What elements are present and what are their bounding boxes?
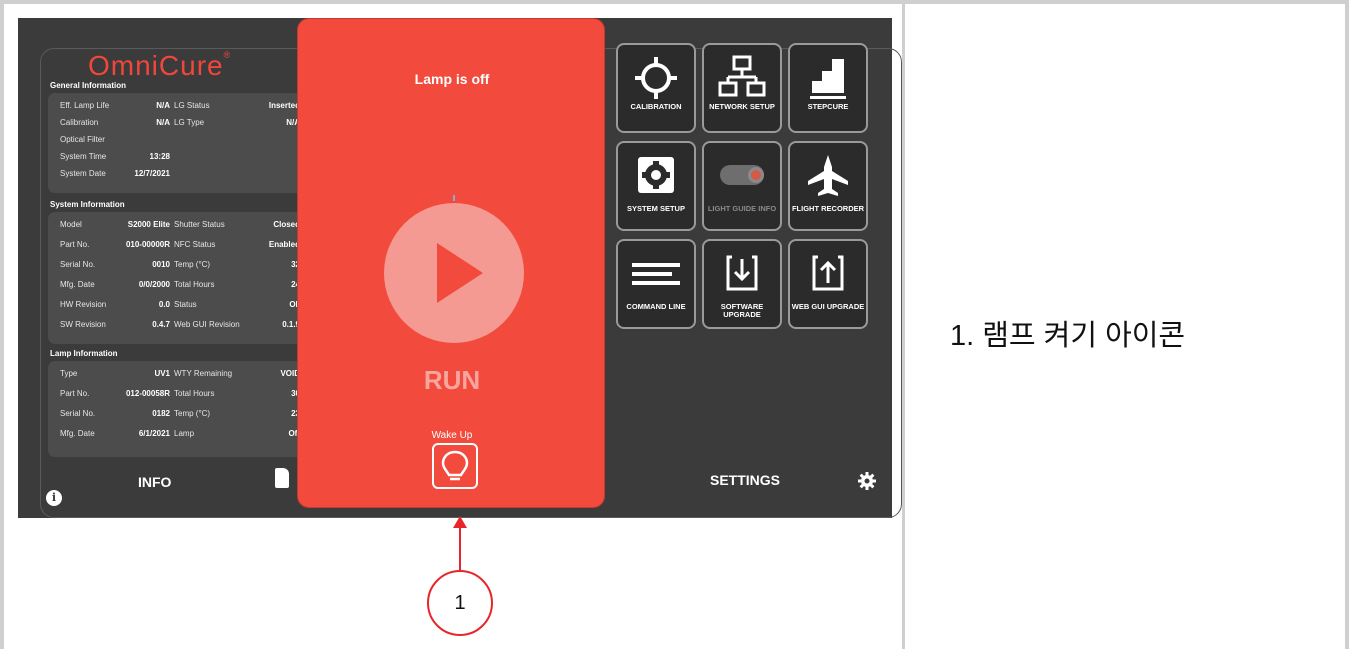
info-label: SW Revision <box>60 320 106 329</box>
command-line-icon <box>632 263 680 285</box>
info-label: Part No. <box>60 389 90 398</box>
upload-icon <box>812 255 844 291</box>
info-label-2: Temp (°C) <box>174 260 211 269</box>
command-line-tile[interactable]: COMMAND LINE <box>616 239 696 329</box>
info-value: N/A <box>156 118 170 127</box>
info-label: Type <box>60 369 78 378</box>
download-icon <box>726 255 758 291</box>
airplane-icon <box>808 155 848 196</box>
omnicure-logo: OmniCure® <box>88 50 232 81</box>
system-info-box: Model S2000 Elite Shutter Status Closed Part… <box>48 212 308 344</box>
info-value: 13:28 <box>149 152 170 161</box>
system-info-title: System Information <box>50 200 125 209</box>
info-label-2: LG Type <box>174 118 205 127</box>
lightbulb-icon <box>441 450 469 481</box>
web-gui-upgrade-label: WEB GUI UPGRADE <box>791 302 865 311</box>
play-icon <box>437 243 483 303</box>
info-label-2: Total Hours <box>174 280 215 289</box>
info-value: 012-00058R <box>125 389 170 398</box>
system-setup-label: SYSTEM SETUP <box>627 204 685 213</box>
run-panel: Lamp is off RUN Wake Up <box>297 18 605 508</box>
network-setup-tile[interactable]: NETWORK SETUP <box>702 43 782 133</box>
info-label-2: Lamp <box>174 429 195 438</box>
light-guide-info-label: LIGHT GUIDE INFO <box>707 204 777 213</box>
wake-up-button[interactable] <box>432 443 478 489</box>
info-label: HW Revision <box>60 300 107 309</box>
lamp-status-text: Lamp is off <box>414 71 490 87</box>
info-value: 010-00000R <box>125 240 170 249</box>
network-setup-label: NETWORK SETUP <box>709 102 775 111</box>
progress-tick <box>453 195 455 201</box>
software-upgrade-label: SOFTWARE UPGRADE <box>720 302 764 319</box>
calibration-label: CALIBRATION <box>630 102 682 111</box>
settings-tab-label[interactable]: SETTINGS <box>710 472 780 488</box>
general-info-title: General Information <box>50 81 127 90</box>
info-value: 12/7/2021 <box>134 169 170 178</box>
info-value: S2000 Elite <box>127 220 170 229</box>
info-label: Calibration <box>60 118 99 127</box>
info-label-2: Web GUI Revision <box>174 320 240 329</box>
info-label-2: Shutter Status <box>174 220 225 229</box>
flight-recorder-label: FLIGHT RECORDER <box>791 204 865 213</box>
annotation-arrow <box>453 516 467 570</box>
info-value: 0.4.7 <box>152 320 170 329</box>
command-line-label: COMMAND LINE <box>626 302 686 311</box>
sd-card-icon[interactable] <box>275 468 289 488</box>
wake-up-label: Wake Up <box>431 430 473 441</box>
info-label: System Date <box>60 169 106 178</box>
general-info-box: Eff. Lamp Life N/A LG Status Inserted Calibr… <box>48 93 308 193</box>
light-guide-info-tile[interactable]: LIGHT GUIDE INFO <box>702 141 782 231</box>
info-value-2: Closed <box>273 220 300 229</box>
calibration-tile[interactable]: CALIBRATION <box>616 43 696 133</box>
info-value-2: Inserted <box>268 101 300 110</box>
info-value: 0182 <box>152 409 170 418</box>
info-icon[interactable]: i <box>46 490 62 506</box>
info-tab-label[interactable]: INFO <box>138 474 171 490</box>
info-value: 0.0 <box>158 300 170 309</box>
info-label: Serial No. <box>60 409 96 418</box>
info-label: Serial No. <box>60 260 96 269</box>
column-divider <box>902 0 905 649</box>
callout-number: 1 <box>427 570 493 636</box>
flight-recorder-tile[interactable]: FLIGHT RECORDER <box>788 141 868 231</box>
gear-icon <box>638 157 674 193</box>
info-value: N/A <box>156 101 170 110</box>
software-upgrade-tile[interactable]: SOFTWARE UPGRADE <box>702 239 782 329</box>
web-gui-upgrade-tile[interactable]: WEB GUI UPGRADE <box>788 239 868 329</box>
run-button[interactable] <box>384 203 524 343</box>
steps-icon <box>810 59 846 99</box>
info-label: Eff. Lamp Life <box>60 101 110 110</box>
info-value: UV1 <box>154 369 170 378</box>
step-description: 1. 램프 켜기 아이콘 <box>950 320 1186 352</box>
run-label: RUN <box>423 365 481 395</box>
info-label-2: WTY Remaining <box>174 369 233 378</box>
stepcure-tile[interactable]: STEPCURE <box>788 43 868 133</box>
info-label: Mfg. Date <box>60 429 95 438</box>
info-value: 0/0/2000 <box>138 280 170 289</box>
settings-gear-icon[interactable] <box>858 472 876 490</box>
stepcure-label: STEPCURE <box>807 102 849 111</box>
lamp-info-box: Type UV1 WTY Remaining VOID Part No. 012-0005… <box>48 361 308 457</box>
info-label-2: LG Status <box>174 101 210 110</box>
lamp-info-title: Lamp Information <box>50 349 118 358</box>
network-icon <box>718 55 766 97</box>
crosshair-icon <box>635 57 677 99</box>
info-label: Optical Filter <box>60 135 105 144</box>
info-label: Mfg. Date <box>60 280 95 289</box>
info-label-2: Temp (°C) <box>174 409 211 418</box>
info-label: Part No. <box>60 240 90 249</box>
light-guide-icon <box>720 165 764 185</box>
info-value: 0010 <box>152 260 170 269</box>
info-label: Model <box>60 220 82 229</box>
system-setup-tile[interactable]: SYSTEM SETUP <box>616 141 696 231</box>
info-value-2: Enabled <box>268 240 300 249</box>
info-label-2: Total Hours <box>174 389 215 398</box>
info-value: 6/1/2021 <box>138 429 170 438</box>
info-label-2: Status <box>174 300 197 309</box>
info-label: System Time <box>60 152 107 161</box>
info-label-2: NFC Status <box>174 240 216 249</box>
